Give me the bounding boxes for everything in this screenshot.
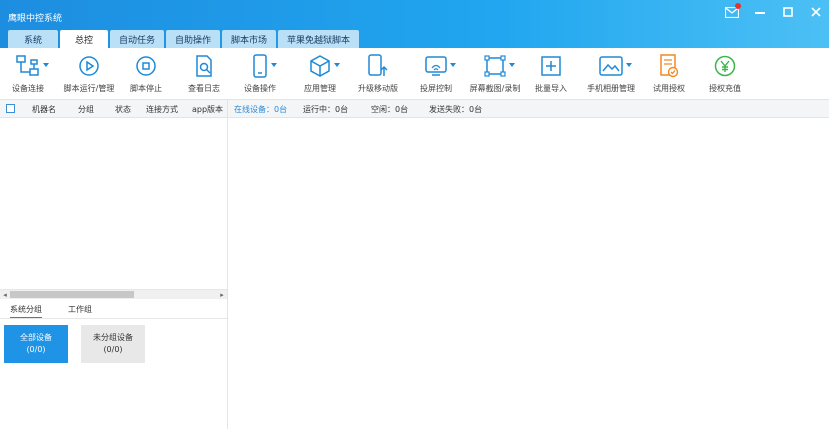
window-controls bbox=[725, 3, 823, 19]
scroll-right-icon[interactable]: ▸ bbox=[217, 291, 227, 299]
tab-apple-no-jailbreak[interactable]: 苹果免越狱脚本 bbox=[278, 30, 360, 48]
chevron-down-icon bbox=[509, 63, 515, 67]
device-operation-button[interactable]: 设备操作 bbox=[242, 53, 278, 96]
script-stop-button[interactable]: 脚本停止 bbox=[128, 54, 164, 96]
column-status[interactable]: 状态 bbox=[115, 104, 131, 115]
batch-import-button[interactable]: 批量导入 bbox=[533, 54, 569, 96]
select-all-checkbox[interactable] bbox=[6, 104, 15, 113]
tab-script-market[interactable]: 脚本市场 bbox=[222, 30, 277, 48]
script-run-button[interactable]: 脚本运行/管理 bbox=[62, 54, 116, 96]
chevron-down-icon bbox=[334, 63, 340, 67]
tab-work-group[interactable]: 工作组 bbox=[68, 304, 92, 315]
tab-system[interactable]: 系统 bbox=[8, 30, 58, 48]
phone-icon bbox=[252, 53, 268, 81]
license-recharge-button[interactable]: 授权充值 bbox=[707, 54, 743, 96]
title-bar: 鹰眼中控系统 系统 总控 自动任务 自助操作 脚本市场 苹果免越狱脚本 bbox=[0, 0, 829, 48]
batch-import-icon bbox=[540, 55, 562, 80]
cast-control-button[interactable]: 投屏控制 bbox=[418, 54, 456, 96]
scrollbar-thumb[interactable] bbox=[10, 291, 134, 298]
screenshot-icon bbox=[484, 54, 506, 80]
view-log-button[interactable]: 查看日志 bbox=[186, 54, 222, 96]
tab-master-control[interactable]: 总控 bbox=[60, 30, 108, 48]
chevron-down-icon bbox=[43, 63, 49, 67]
idle-count: 空闲：0台 bbox=[371, 105, 409, 114]
group-all-devices[interactable]: 全部设备 (0/0) bbox=[4, 325, 68, 363]
tab-self-operation[interactable]: 自助操作 bbox=[166, 30, 221, 48]
stop-circle-icon bbox=[135, 55, 157, 80]
group-name: 未分组设备 bbox=[93, 333, 133, 342]
column-app-version[interactable]: app版本 bbox=[192, 104, 223, 115]
close-icon[interactable] bbox=[809, 5, 823, 19]
cast-icon bbox=[425, 55, 447, 80]
device-connect-icon bbox=[16, 54, 40, 80]
main-tabs: 系统 总控 自动任务 自助操作 脚本市场 苹果免越狱脚本 bbox=[8, 30, 360, 48]
album-icon bbox=[599, 55, 623, 79]
play-circle-icon bbox=[78, 55, 100, 80]
running-count: 运行中：0台 bbox=[303, 105, 349, 114]
group-name: 全部设备 bbox=[20, 333, 52, 342]
trial-license-icon bbox=[659, 53, 679, 81]
chevron-down-icon bbox=[450, 63, 456, 67]
device-list-scrollbar[interactable]: ◂ ▸ bbox=[0, 289, 227, 299]
group-count: (0/0) bbox=[103, 345, 123, 354]
column-group[interactable]: 分组 bbox=[78, 104, 94, 115]
send-failed-count: 发送失败：0台 bbox=[429, 105, 483, 114]
upgrade-mobile-button[interactable]: 升级移动版 bbox=[356, 53, 400, 96]
chevron-down-icon bbox=[626, 63, 632, 67]
tab-auto-task[interactable]: 自动任务 bbox=[110, 30, 165, 48]
app-title: 鹰眼中控系统 bbox=[8, 14, 63, 24]
notification-dot bbox=[735, 3, 741, 9]
online-devices-count: 在线设备：0台 bbox=[234, 105, 288, 114]
divider bbox=[0, 318, 227, 319]
upgrade-mobile-icon bbox=[367, 53, 389, 81]
chevron-down-icon bbox=[271, 63, 277, 67]
app-management-button[interactable]: 应用管理 bbox=[302, 54, 340, 96]
group-count: (0/0) bbox=[26, 345, 46, 354]
group-tabs: 系统分组 工作组 bbox=[0, 300, 227, 319]
toolbar: 设备连接 脚本运行/管理 脚本停止 查看日志 设备操作 应用管理 升级移动版 投… bbox=[0, 48, 829, 100]
trial-license-button[interactable]: 试用授权 bbox=[651, 53, 687, 96]
mail-icon[interactable] bbox=[725, 3, 741, 19]
panel-divider[interactable] bbox=[227, 100, 228, 429]
cube-icon bbox=[309, 54, 331, 81]
screenshot-record-button[interactable]: 屏幕截图/录制 bbox=[470, 54, 520, 96]
album-management-button[interactable]: 手机相册管理 bbox=[586, 54, 636, 96]
group-ungrouped-devices[interactable]: 未分组设备 (0/0) bbox=[81, 325, 145, 363]
tab-system-group[interactable]: 系统分组 bbox=[10, 304, 42, 319]
device-list-header: 机器名 分组 状态 连接方式 app版本 在线设备：0台 运行中：0台 空闲：0… bbox=[0, 100, 829, 118]
scroll-left-icon[interactable]: ◂ bbox=[0, 291, 10, 299]
column-machine-name[interactable]: 机器名 bbox=[32, 104, 56, 115]
minimize-icon[interactable] bbox=[753, 5, 767, 19]
maximize-icon[interactable] bbox=[781, 5, 795, 19]
column-connection-type[interactable]: 连接方式 bbox=[146, 104, 178, 115]
log-search-icon bbox=[194, 54, 214, 80]
yuan-recharge-icon bbox=[714, 55, 736, 80]
device-connect-button[interactable]: 设备连接 bbox=[6, 54, 50, 96]
